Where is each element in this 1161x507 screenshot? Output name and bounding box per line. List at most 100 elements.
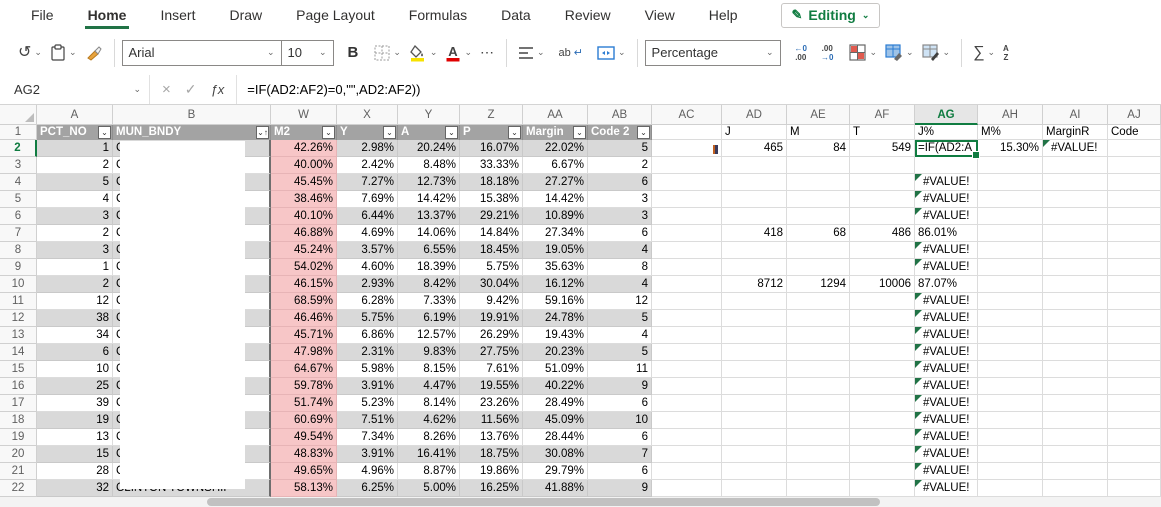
cell-Y6[interactable]: 13.37% — [398, 208, 460, 225]
fill-color-button[interactable]: ⌄ — [405, 38, 442, 68]
cell-AB13[interactable]: 4 — [588, 327, 652, 344]
menu-tab-draw[interactable]: Draw — [212, 0, 279, 30]
cell-AH15[interactable] — [978, 361, 1043, 378]
header-cell-AH1[interactable]: M% — [978, 125, 1043, 140]
filter-header-Z[interactable]: P ⌄ — [460, 125, 523, 140]
cell-AJ11[interactable] — [1108, 293, 1161, 310]
cell-AF18[interactable] — [850, 412, 915, 429]
cell-Z6[interactable]: 29.21% — [460, 208, 523, 225]
cell-W6[interactable]: 40.10% — [271, 208, 337, 225]
cell-W2[interactable]: 42.26% — [271, 140, 337, 157]
cell-AI18[interactable] — [1043, 412, 1108, 429]
cell-Y9[interactable]: 18.39% — [398, 259, 460, 276]
alignment-button[interactable]: ⌄ — [514, 38, 549, 68]
filter-header-W[interactable]: M2 ⌄ — [271, 125, 337, 140]
cell-AG4[interactable]: #VALUE! — [915, 174, 978, 191]
wrap-text-button[interactable]: ab ↵ — [555, 38, 587, 68]
cell-Z7[interactable]: 14.84% — [460, 225, 523, 242]
column-header-X[interactable]: X — [337, 105, 398, 125]
cell-AF12[interactable] — [850, 310, 915, 327]
cell-AE9[interactable] — [787, 259, 850, 276]
cell-AJ9[interactable] — [1108, 259, 1161, 276]
cell-Y3[interactable]: 8.48% — [398, 157, 460, 174]
cell-AJ14[interactable] — [1108, 344, 1161, 361]
cell-AF10[interactable]: 10006 — [850, 276, 915, 293]
cell-AJ16[interactable] — [1108, 378, 1161, 395]
cell-X6[interactable]: 6.44% — [337, 208, 398, 225]
cell-Z9[interactable]: 5.75% — [460, 259, 523, 276]
cell-AE6[interactable] — [787, 208, 850, 225]
cell-AA15[interactable]: 51.09% — [523, 361, 588, 378]
cell-AE12[interactable] — [787, 310, 850, 327]
cell-AD13[interactable] — [722, 327, 787, 344]
row-header-6[interactable]: 6 — [0, 208, 37, 225]
column-header-AD[interactable]: AD — [722, 105, 787, 125]
cell-AD16[interactable] — [722, 378, 787, 395]
cell-AF5[interactable] — [850, 191, 915, 208]
cell-AH22[interactable] — [978, 480, 1043, 497]
column-header-AG[interactable]: AG — [915, 105, 978, 125]
cell-AD7[interactable]: 418 — [722, 225, 787, 242]
menu-tab-insert[interactable]: Insert — [143, 0, 212, 30]
cell-AE15[interactable] — [787, 361, 850, 378]
cell-Y12[interactable]: 6.19% — [398, 310, 460, 327]
header-cell-AG1[interactable]: J% — [915, 125, 978, 140]
cell-AJ19[interactable] — [1108, 429, 1161, 446]
cell-W19[interactable]: 49.54% — [271, 429, 337, 446]
insert-function-icon[interactable]: ƒx — [211, 82, 225, 97]
cell-AI3[interactable] — [1043, 157, 1108, 174]
cell-AC21[interactable] — [652, 463, 722, 480]
cell-AG20[interactable]: #VALUE! — [915, 446, 978, 463]
header-cell-AD1[interactable]: J — [722, 125, 787, 140]
cell-AG3[interactable] — [915, 157, 978, 174]
cell-Z11[interactable]: 9.42% — [460, 293, 523, 310]
cell-AE17[interactable] — [787, 395, 850, 412]
cell-AJ20[interactable] — [1108, 446, 1161, 463]
cell-Z17[interactable]: 23.26% — [460, 395, 523, 412]
cell-X17[interactable]: 5.23% — [337, 395, 398, 412]
cell-AD14[interactable] — [722, 344, 787, 361]
cell-AE4[interactable] — [787, 174, 850, 191]
cell-AE21[interactable] — [787, 463, 850, 480]
horizontal-scrollbar[interactable] — [0, 497, 1161, 507]
cell-AF6[interactable] — [850, 208, 915, 225]
filter-header-A[interactable]: PCT_NO ⌄ — [37, 125, 113, 140]
cell-AC11[interactable] — [652, 293, 722, 310]
cell-AA12[interactable]: 24.78% — [523, 310, 588, 327]
cell-AD18[interactable] — [722, 412, 787, 429]
cell-AB20[interactable]: 7 — [588, 446, 652, 463]
header-cell-AI1[interactable]: MarginR — [1043, 125, 1108, 140]
cell-AI13[interactable] — [1043, 327, 1108, 344]
column-header-Y[interactable]: Y — [398, 105, 460, 125]
cell-A2[interactable]: 1 — [37, 140, 113, 157]
cell-AE2[interactable]: 84 — [787, 140, 850, 157]
cell-AG22[interactable]: #VALUE! — [915, 480, 978, 497]
cell-AH7[interactable] — [978, 225, 1043, 242]
column-header-A[interactable]: A — [37, 105, 113, 125]
cell-AD10[interactable]: 8712 — [722, 276, 787, 293]
cell-AI10[interactable] — [1043, 276, 1108, 293]
filter-dropdown-button[interactable]: ⌄ — [637, 126, 650, 139]
cell-AH6[interactable] — [978, 208, 1043, 225]
cell-AJ13[interactable] — [1108, 327, 1161, 344]
filter-dropdown-button[interactable]: ⌄ — [508, 126, 521, 139]
cell-AB5[interactable]: 3 — [588, 191, 652, 208]
filter-dropdown-button[interactable]: ⌄ — [98, 126, 111, 139]
cell-Y15[interactable]: 8.15% — [398, 361, 460, 378]
cell-Z8[interactable]: 18.45% — [460, 242, 523, 259]
cell-AD6[interactable] — [722, 208, 787, 225]
menu-tab-formulas[interactable]: Formulas — [392, 0, 484, 30]
cell-AH13[interactable] — [978, 327, 1043, 344]
cell-AA16[interactable]: 40.22% — [523, 378, 588, 395]
cell-AC1[interactable] — [652, 125, 722, 140]
cell-AE13[interactable] — [787, 327, 850, 344]
cell-A15[interactable]: 10 — [37, 361, 113, 378]
row-header-20[interactable]: 20 — [0, 446, 37, 463]
cell-A12[interactable]: 38 — [37, 310, 113, 327]
cell-AE18[interactable] — [787, 412, 850, 429]
cell-AF11[interactable] — [850, 293, 915, 310]
cell-AA13[interactable]: 19.43% — [523, 327, 588, 344]
cell-A18[interactable]: 19 — [37, 412, 113, 429]
cell-AI14[interactable] — [1043, 344, 1108, 361]
filter-dropdown-button[interactable]: ⌄ — [573, 126, 586, 139]
